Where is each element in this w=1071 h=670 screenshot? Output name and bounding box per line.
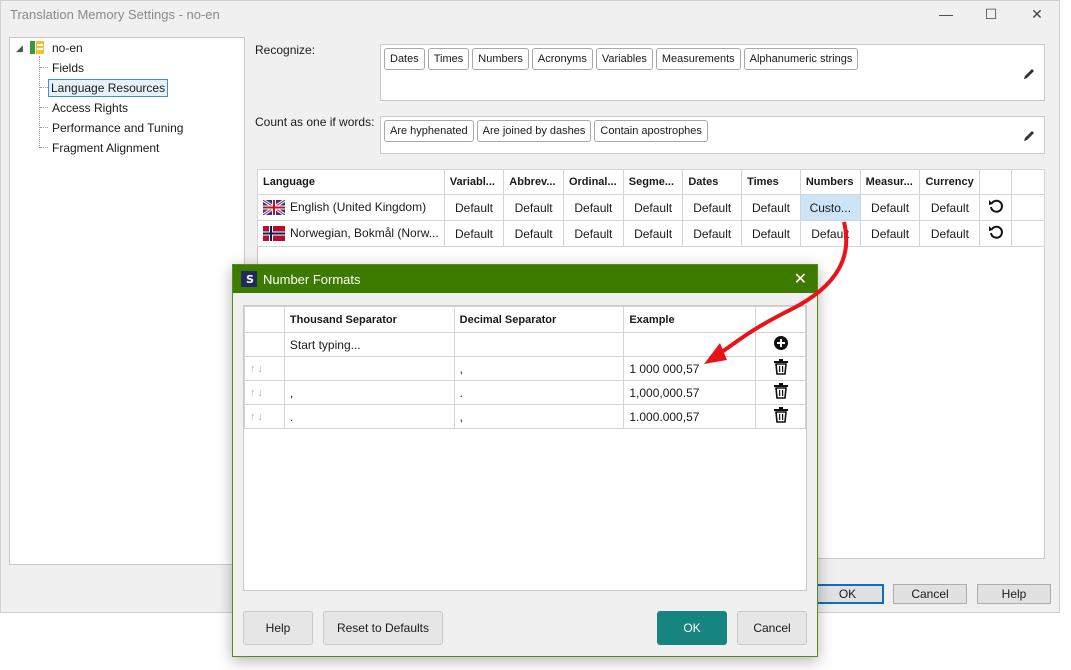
annotation-arrow [704,221,849,364]
